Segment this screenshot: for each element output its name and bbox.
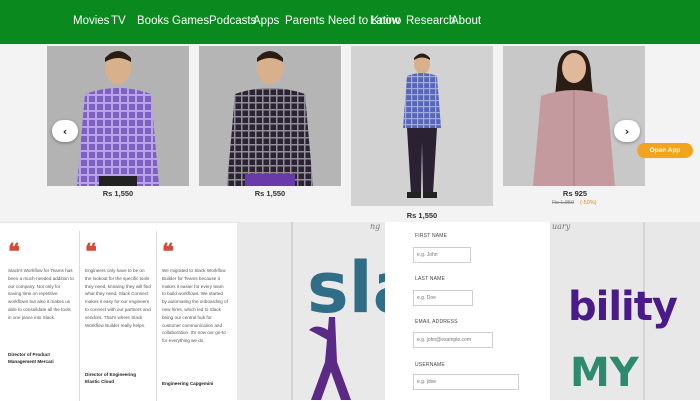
product-card-2[interactable] xyxy=(199,46,341,186)
username-label: USERNAME xyxy=(415,362,445,368)
signup-form: FIRST NAME LAST NAME EMAIL ADDRESS USERN… xyxy=(385,222,550,400)
username-input[interactable] xyxy=(413,374,519,390)
svg-text:sla: sla xyxy=(307,247,385,329)
first-name-input[interactable] xyxy=(413,247,471,263)
product-price-3: Rs 1,550 xyxy=(406,211,438,220)
product-discount-4: (-50%) xyxy=(580,200,597,206)
nav-item-apps[interactable]: Apps xyxy=(253,15,279,27)
product-image-2 xyxy=(199,46,341,186)
product-price-4: Rs 925 xyxy=(562,189,588,198)
testimonial-author-1: Director of Product Management Mercari xyxy=(8,352,54,364)
ability-logo-panel: bility MY uary xyxy=(550,222,700,400)
quote-icon: ❝ xyxy=(162,239,174,265)
testimonials-section: ❝ Slack's Workflow for Teams has been a … xyxy=(0,222,237,401)
nav-item-games[interactable]: Games xyxy=(172,15,209,27)
product-carousel: Rs 1,550 Rs 1,550 Rs 1,550 Rs 925 Rs 1,8… xyxy=(0,44,700,222)
quote-icon: ❝ xyxy=(8,239,20,265)
product-price-1: Rs 1,550 xyxy=(102,189,134,198)
slack-logo-image: sla xyxy=(237,222,385,400)
email-input[interactable] xyxy=(413,332,493,348)
product-image-1 xyxy=(47,46,189,186)
product-image-4 xyxy=(503,46,645,186)
nav-item-tv[interactable]: TV xyxy=(111,15,126,27)
carousel-prev-button[interactable]: ‹ xyxy=(52,120,78,142)
first-name-label: FIRST NAME xyxy=(415,233,448,239)
carousel-next-button[interactable]: › xyxy=(614,120,640,142)
open-app-button[interactable]: Open App xyxy=(637,143,693,158)
divider xyxy=(79,231,80,401)
nav-item-movies[interactable]: Movies xyxy=(73,15,109,27)
chevron-left-icon: ‹ xyxy=(62,124,68,138)
nav-item-latino[interactable]: Latino xyxy=(370,15,401,27)
nav-item-podcasts[interactable]: Podcasts xyxy=(209,15,256,27)
last-name-input[interactable] xyxy=(413,290,473,306)
quote-icon: ❝ xyxy=(85,239,97,265)
product-card-1[interactable] xyxy=(47,46,189,186)
testimonial-body-2: Engineers only have to be on the lookout… xyxy=(85,268,151,328)
product-old-price-4: Rs 1,850 xyxy=(552,200,575,206)
last-name-label: LAST NAME xyxy=(415,276,446,282)
nav-item-about[interactable]: About xyxy=(451,15,481,27)
nav-item-research[interactable]: Research xyxy=(406,15,455,27)
product-image-3 xyxy=(351,46,493,206)
testimonial-body-3: We migrated to Slack Workflow Builder fo… xyxy=(162,268,228,344)
email-label: EMAIL ADDRESS xyxy=(415,319,458,325)
product-card-4[interactable] xyxy=(503,46,645,186)
top-nav-bar: Movies TV Books Games Podcasts Apps Pare… xyxy=(0,0,700,44)
product-card-3[interactable] xyxy=(351,46,493,206)
testimonial-author-3: Engineering Capgemini xyxy=(162,381,214,386)
ability-wordmark-2: MY xyxy=(570,350,639,396)
divider xyxy=(156,231,157,401)
ability-corner-text: uary xyxy=(552,222,571,231)
product-price-2: Rs 1,550 xyxy=(254,189,286,198)
testimonial-author-2: Director of Engineering Elastic Cloud xyxy=(85,372,137,384)
testimonial-body-1: Slack's Workflow for Teams has been a mu… xyxy=(8,268,74,320)
slack-corner-text: ng xyxy=(370,222,381,231)
chevron-right-icon: › xyxy=(624,124,630,138)
slack-logo-panel: sla ng xyxy=(237,222,385,400)
nav-item-books[interactable]: Books xyxy=(137,15,169,27)
ability-wordmark: bility xyxy=(568,284,678,330)
